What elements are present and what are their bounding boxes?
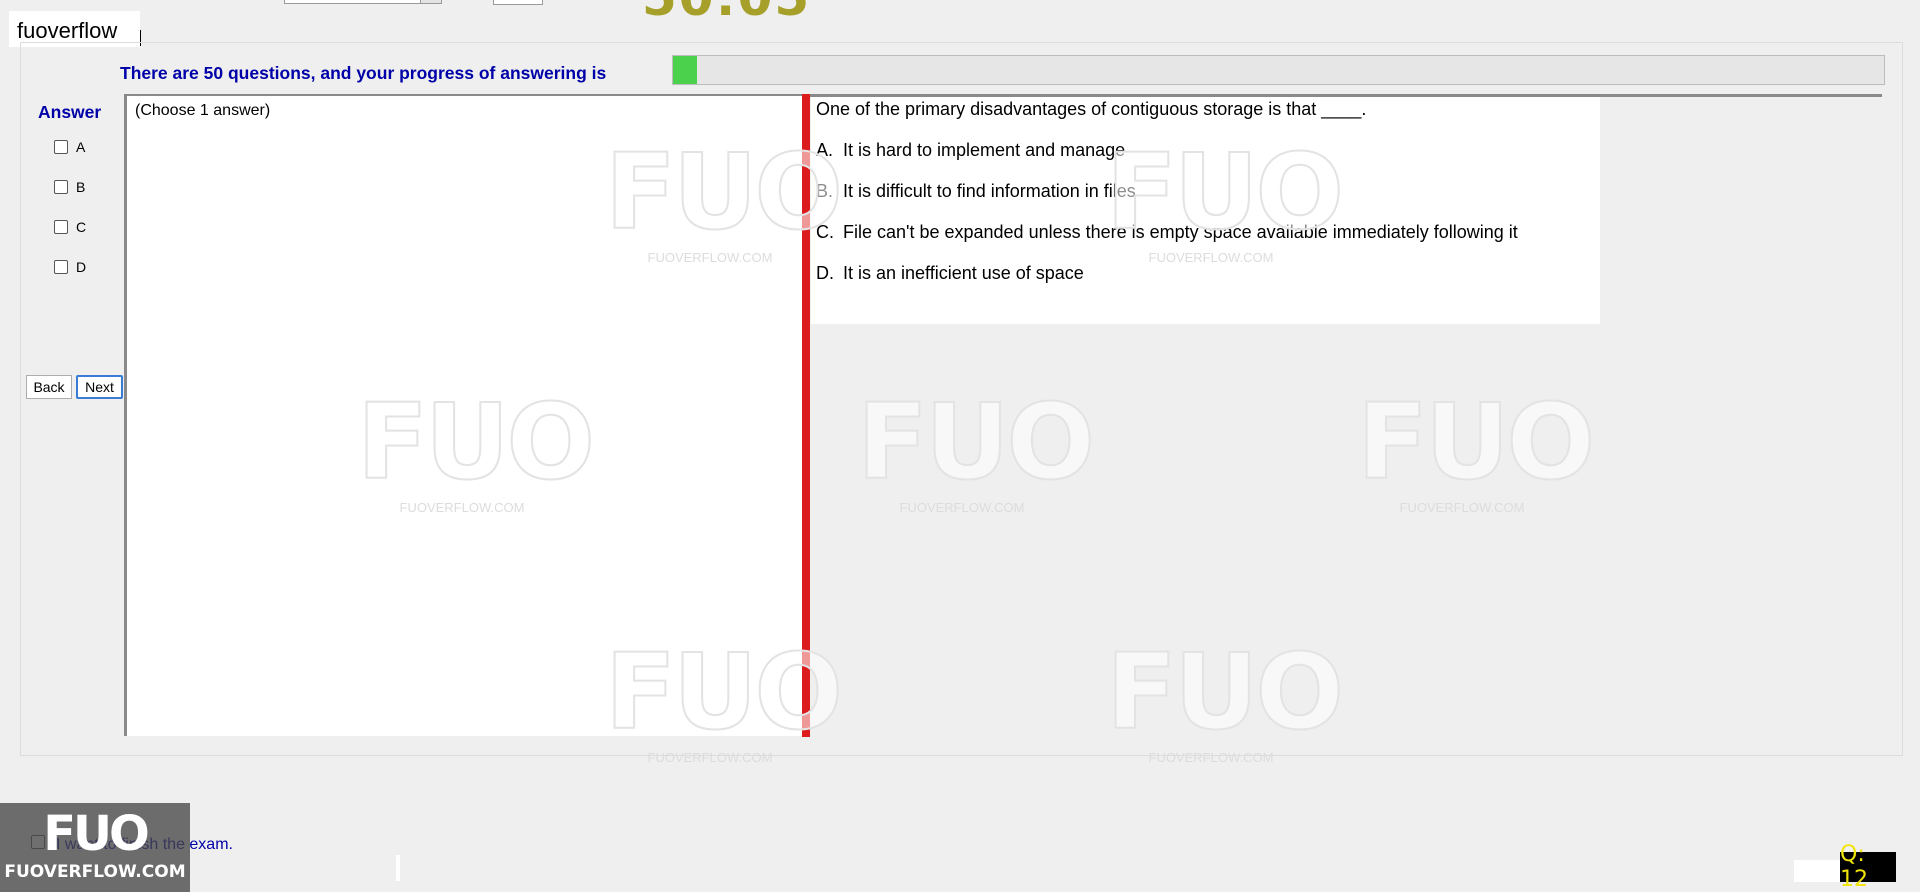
answer-choice-label: B — [76, 179, 86, 195]
answer-choice-b[interactable]: B — [54, 175, 85, 199]
progress-bar — [672, 55, 1885, 85]
question-option-letter: D. — [816, 263, 834, 283]
answer-choice-label: C — [76, 219, 87, 235]
question-option-text: It is an inefficient use of space — [843, 263, 1084, 283]
choose-hint: (Choose 1 answer) — [135, 102, 271, 119]
top-combo-box[interactable] — [284, 0, 442, 4]
question-text: One of the primary disadvantages of cont… — [816, 99, 1367, 119]
question-option: C. File can't be expanded unless there is… — [816, 222, 1518, 243]
badge-backdrop — [1794, 860, 1840, 882]
question-option-text: It is difficult to find information in f… — [843, 181, 1136, 201]
answer-checkbox-d[interactable] — [54, 260, 68, 274]
top-spin-box[interactable] — [493, 0, 543, 5]
question-option-text: It is hard to implement and manage — [843, 140, 1126, 160]
answer-choice-a[interactable]: A — [54, 135, 85, 159]
question-option-text: File can't be expanded unless there is e… — [843, 222, 1518, 242]
back-button[interactable]: Back — [26, 375, 72, 399]
answer-checkbox-c[interactable] — [54, 220, 68, 234]
next-button[interactable]: Next — [76, 375, 123, 399]
panel-splitter[interactable] — [802, 94, 810, 737]
answer-choice-label: A — [76, 139, 86, 155]
question-option-letter: B. — [816, 181, 834, 201]
question-option: A. It is hard to implement and manage — [816, 140, 1125, 161]
question-box — [811, 97, 1600, 324]
fuoverflow-logo-text: FUOVERFLOW.COM — [4, 862, 186, 882]
question-option: B. It is difficult to find information in… — [816, 181, 1136, 202]
question-option: D. It is an inefficient use of space — [816, 263, 1084, 284]
answer-choice-label: D — [76, 259, 87, 275]
answer-checkbox-b[interactable] — [54, 180, 68, 194]
answer-text-area[interactable] — [124, 94, 802, 736]
answer-panel-title: Answer — [38, 102, 102, 122]
top-combo-dropdown-button[interactable] — [420, 0, 441, 3]
answer-choice-c[interactable]: C — [54, 215, 86, 239]
progress-bar-fill — [673, 56, 697, 84]
question-number-badge: Q: 12 — [1840, 842, 1896, 892]
white-marker — [396, 855, 400, 881]
question-option-letter: C. — [816, 222, 834, 242]
answer-choice-d[interactable]: D — [54, 255, 86, 279]
question-option-letter: A. — [816, 140, 834, 160]
progress-label: There are 50 questions, and your progres… — [120, 63, 607, 83]
answer-checkbox-a[interactable] — [54, 140, 68, 154]
brand-label: fuoverflow — [17, 18, 118, 43]
fuoverflow-logo-mark: FUO — [43, 806, 150, 862]
countdown-timer: 50:05 — [642, 0, 811, 23]
